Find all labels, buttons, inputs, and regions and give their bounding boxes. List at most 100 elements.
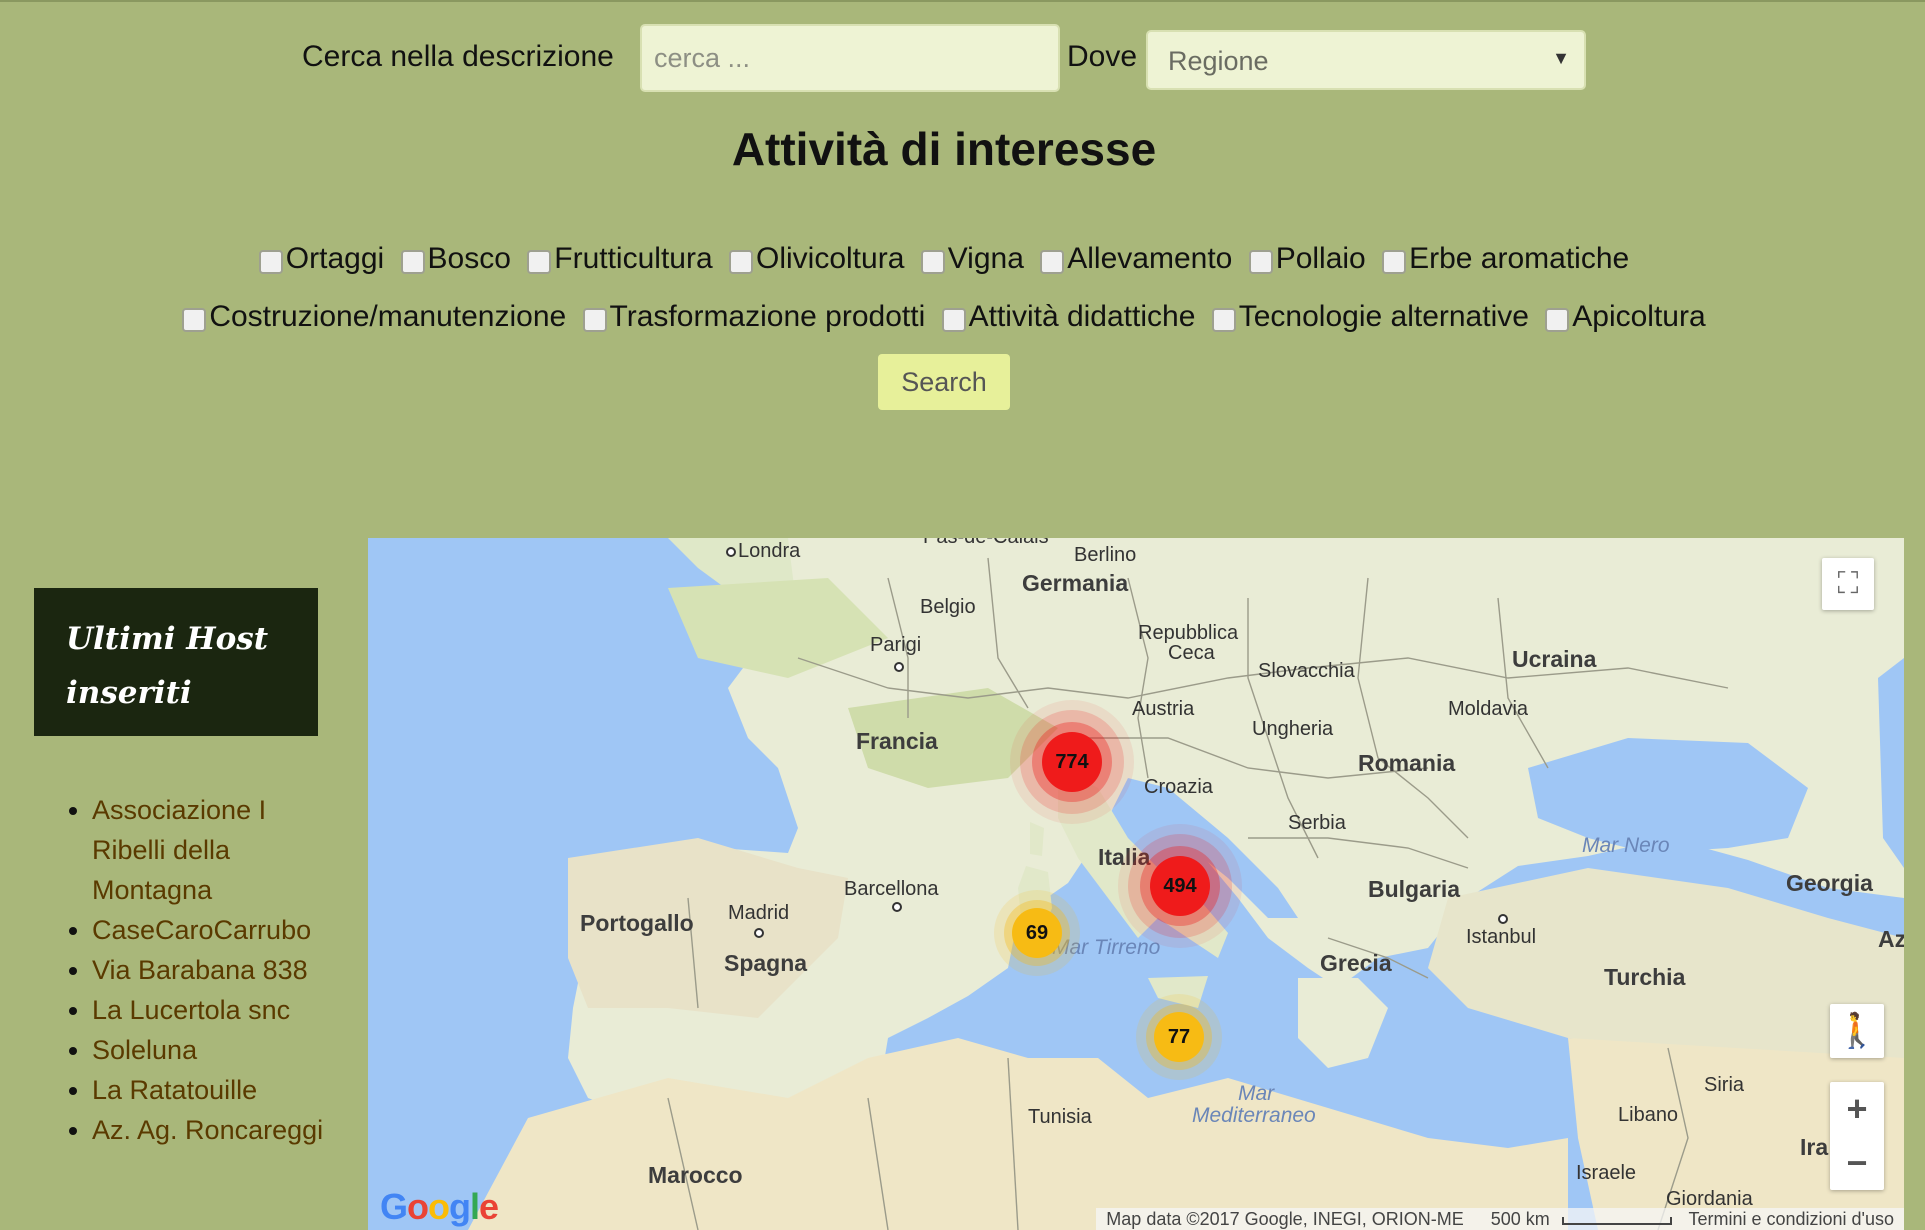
map-label-barcellona: Barcellona xyxy=(844,878,939,900)
checkbox[interactable] xyxy=(182,308,207,332)
zoom-in-button[interactable]: + xyxy=(1830,1082,1884,1136)
top-border xyxy=(0,0,1925,2)
map-label-mediterraneo: Mediterraneo xyxy=(1192,1104,1316,1127)
map-label-serbia: Serbia xyxy=(1288,812,1346,834)
host-link[interactable]: Via Barabana 838 xyxy=(92,955,308,985)
activity-checkbox[interactable]: Trasformazione prodotti xyxy=(582,300,925,334)
marker-cluster[interactable]: 774 xyxy=(1042,732,1102,792)
zoom-control: + − xyxy=(1830,1082,1884,1190)
map-label-az: Az xyxy=(1878,926,1904,952)
map-label-ucraina: Ucraina xyxy=(1512,646,1597,672)
pegman-icon[interactable]: 🚶 xyxy=(1830,1004,1884,1058)
checkbox[interactable] xyxy=(1211,308,1236,332)
search-button[interactable]: Search xyxy=(878,354,1010,410)
checkbox[interactable] xyxy=(258,250,283,274)
activity-checkbox[interactable]: Costruzione/manutenzione xyxy=(182,300,566,334)
activity-checkbox[interactable]: Attività didattiche xyxy=(941,300,1195,334)
page-title: Attività di interesse xyxy=(731,123,1157,175)
list-item: Soleluna xyxy=(92,1030,328,1070)
map-label-moldavia: Moldavia xyxy=(1448,698,1529,720)
map-label-mar-tirreno: Mar Tirreno xyxy=(1052,936,1161,959)
map-label-romania: Romania xyxy=(1358,750,1456,776)
list-item: La Lucertola snc xyxy=(92,990,328,1030)
activity-checkbox[interactable]: Allevamento xyxy=(1040,242,1232,276)
map-label-turchia: Turchia xyxy=(1604,964,1686,990)
checkbox[interactable] xyxy=(1545,308,1570,332)
checkbox[interactable] xyxy=(400,250,425,274)
map-label-tunisia: Tunisia xyxy=(1028,1106,1092,1128)
checkbox[interactable] xyxy=(729,250,753,274)
host-link[interactable]: La Lucertola snc xyxy=(92,995,290,1025)
activity-checkbox[interactable]: Olivicoltura xyxy=(729,242,904,276)
city-marker-icon xyxy=(726,547,736,557)
marker-cluster[interactable]: 69 xyxy=(1012,908,1062,958)
activity-checkbox[interactable]: Ortaggi xyxy=(258,242,384,276)
map-data-text: Map data ©2017 Google, INEGI, ORION-ME xyxy=(1106,1209,1464,1229)
list-item: Via Barabana 838 xyxy=(92,950,328,990)
search-bar: Cerca nella descrizione Dove Regione ▼ xyxy=(0,24,1925,94)
activity-checkbox[interactable]: Pollaio xyxy=(1248,242,1366,276)
region-select-value: Regione xyxy=(1168,46,1269,76)
activity-checkbox[interactable]: Erbe aromatiche xyxy=(1382,242,1629,276)
activity-checkbox[interactable]: Frutticultura xyxy=(527,242,713,276)
map-label-siria: Siria xyxy=(1704,1074,1745,1096)
map-label-slovacchia: Slovacchia xyxy=(1258,660,1355,682)
map-label-londra: Londra xyxy=(726,540,800,563)
activity-filters-row-2: Costruzione/manutenzione Trasformazione … xyxy=(0,300,1888,334)
city-marker-icon xyxy=(1498,914,1508,924)
host-link[interactable]: Az. Ag. Roncareggi xyxy=(92,1115,323,1145)
checkbox[interactable] xyxy=(1040,250,1065,274)
host-link[interactable]: Associazione I Ribelli della Montagna xyxy=(92,795,266,905)
checkbox[interactable] xyxy=(527,250,552,274)
chevron-down-icon: ▼ xyxy=(1552,48,1570,68)
marker-cluster[interactable]: 77 xyxy=(1154,1012,1204,1062)
map[interactable]: Londra Pas-de-Calais Berlino Germania Be… xyxy=(368,538,1904,1230)
map-label-madrid: Madrid xyxy=(728,902,790,924)
search-description-label: Cerca nella descrizione xyxy=(302,40,614,73)
city-marker-icon xyxy=(892,902,902,912)
map-attribution: Map data ©2017 Google, INEGI, ORION-ME 5… xyxy=(1096,1208,1904,1230)
host-link[interactable]: Soleluna xyxy=(92,1035,197,1065)
activity-checkbox[interactable]: Tecnologie alternative xyxy=(1211,300,1529,334)
map-label-spagna: Spagna xyxy=(724,950,808,976)
map-label-croazia: Croazia xyxy=(1144,776,1213,798)
map-label-berlino: Berlino xyxy=(1074,544,1137,566)
map-label-ceca: Ceca xyxy=(1168,642,1215,664)
region-select[interactable]: Regione ▼ xyxy=(1146,30,1586,90)
map-label-georgia: Georgia xyxy=(1786,870,1873,896)
city-marker-icon xyxy=(894,662,904,672)
zoom-out-button[interactable]: − xyxy=(1830,1136,1884,1190)
map-label-israele: Israele xyxy=(1576,1162,1637,1184)
checkbox[interactable] xyxy=(1248,250,1273,274)
terms-link[interactable]: Termini e condizioni d'uso xyxy=(1688,1209,1894,1229)
activity-checkbox[interactable]: Bosco xyxy=(400,242,511,276)
map-label-mar: Mar xyxy=(1238,1082,1275,1105)
list-item: La Ratatouille xyxy=(92,1070,328,1110)
map-label-portogallo: Portogallo xyxy=(580,910,694,936)
checkbox[interactable] xyxy=(941,308,966,332)
map-label-grecia: Grecia xyxy=(1320,950,1392,976)
map-label-austria: Austria xyxy=(1132,698,1195,720)
activity-checkbox[interactable]: Apicoltura xyxy=(1545,300,1706,334)
map-label-istanbul: Istanbul xyxy=(1466,926,1537,948)
activity-checkbox[interactable]: Vigna xyxy=(920,242,1024,276)
list-item: CaseCaroCarrubo xyxy=(92,910,328,950)
marker-cluster[interactable]: 494 xyxy=(1150,856,1210,916)
checkbox[interactable] xyxy=(582,308,607,332)
activity-filters-row-1: Ortaggi Bosco Frutticultura Olivicoltura… xyxy=(0,242,1888,276)
list-item: Associazione I Ribelli della Montagna xyxy=(92,790,328,910)
map-label-germania: Germania xyxy=(1022,570,1129,596)
search-input[interactable] xyxy=(640,24,1060,92)
map-label-parigi: Parigi xyxy=(870,634,922,656)
sidebar-title-line-1: Ultimi Host xyxy=(66,621,269,657)
map-label-ira: Ira xyxy=(1800,1134,1829,1160)
map-label-belgio: Belgio xyxy=(920,596,976,618)
sidebar-title-line-2: inseriti xyxy=(66,675,192,711)
fullscreen-icon[interactable]: ⛶ xyxy=(1822,558,1874,610)
host-link[interactable]: La Ratatouille xyxy=(92,1075,257,1105)
checkbox[interactable] xyxy=(1382,250,1407,274)
checkbox[interactable] xyxy=(920,250,945,274)
host-link[interactable]: CaseCaroCarrubo xyxy=(92,915,311,945)
map-label-libano: Libano xyxy=(1618,1104,1679,1126)
google-logo: Google xyxy=(380,1186,499,1227)
